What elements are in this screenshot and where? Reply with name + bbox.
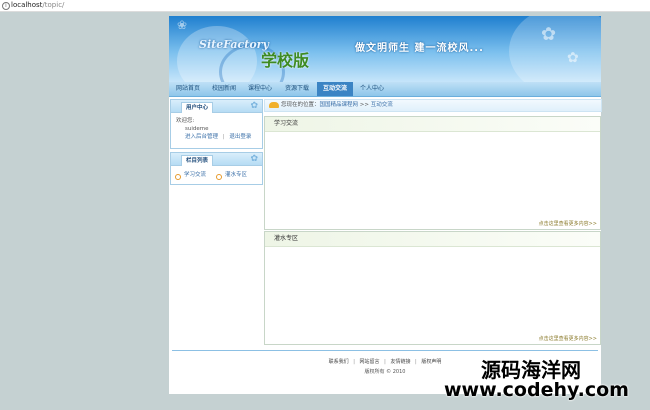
column-item-chat[interactable]: 灌水专区 (225, 172, 247, 179)
user-panel-title: 用户中心 (181, 102, 213, 113)
section-chat-more-link[interactable]: 点击这里查看更多内容>> (539, 335, 597, 342)
user-panel-header: 用户中心 ✿ (171, 100, 262, 113)
column-panel: 栏目列表 ✿ 学习交流 灌水专区 (170, 152, 263, 185)
welcome-label: 欢迎您: (176, 118, 195, 124)
footer-link-guestbook[interactable]: 网站留言 (360, 359, 380, 365)
url-text[interactable]: localhost/topic/ (11, 1, 64, 10)
logo-chinese: 学校版 (261, 51, 310, 70)
info-icon[interactable]: i (2, 2, 10, 10)
footer-divider (172, 350, 598, 351)
flower-icon: ✿ (250, 101, 258, 111)
section-study-title: 学习交流 (274, 120, 299, 127)
column-panel-title: 栏目列表 (181, 155, 213, 166)
footer-link-friends[interactable]: 友情链接 (390, 359, 410, 365)
breadcrumb-text: 您现在的位置：国国精品课程网 >> 互动交流 (281, 101, 393, 110)
column-panel-header: 栏目列表 ✿ (171, 153, 262, 166)
breadcrumb-arrows: >> (359, 102, 369, 108)
column-item-study[interactable]: 学习交流 (184, 172, 206, 179)
section-chat-title: 灌水专区 (274, 235, 299, 242)
nav-item-courses[interactable]: 课程中心 (243, 82, 277, 96)
footer-link-contact[interactable]: 联系我们 (329, 359, 349, 365)
page-container: ✿ ✿ ❀ SiteFactory 学校版 做文明师生 建一流校风... 网站首… (169, 16, 602, 394)
location-icon (269, 102, 279, 108)
user-links: 进入后台管理 | 退出登录 (185, 134, 251, 141)
url-host: localhost (11, 1, 43, 9)
site-banner: ✿ ✿ ❀ SiteFactory 学校版 做文明师生 建一流校风... (169, 16, 601, 82)
watermark-site-url: www.codehy.com (444, 379, 629, 401)
footer-separator: | (415, 359, 417, 365)
breadcrumb-prefix: 您现在的位置： (281, 102, 320, 108)
link-separator: | (222, 134, 225, 140)
footer-link-copyright[interactable]: 版权声明 (421, 359, 441, 365)
nav-item-news[interactable]: 校园新闻 (207, 82, 241, 96)
breadcrumb-current[interactable]: 互动交流 (371, 102, 393, 108)
bullet-icon (216, 174, 222, 180)
nav-item-interaction[interactable]: 互动交流 (317, 82, 353, 96)
bullet-icon (175, 174, 181, 180)
section-chat-header: 灌水专区 (265, 232, 600, 247)
main-nav: 网站首页 校园新闻 课程中心 资源下载 互动交流 个人中心 (169, 82, 601, 97)
url-path: /topic/ (42, 1, 65, 9)
address-bar[interactable]: i localhost/topic/ (0, 0, 650, 12)
username: suideme (185, 126, 209, 132)
flower-icon: ✿ (250, 154, 258, 164)
logo-english: SiteFactory (199, 38, 269, 51)
nav-item-personal[interactable]: 个人中心 (355, 82, 389, 96)
section-study-more-link[interactable]: 点击这里查看更多内容>> (539, 220, 597, 227)
admin-link[interactable]: 进入后台管理 (185, 134, 218, 140)
flower-icon: ✿ (541, 24, 557, 45)
footer-separator: | (384, 359, 386, 365)
banner-slogan: 做文明师生 建一流校风... (355, 43, 484, 54)
footer-separator: | (353, 359, 355, 365)
logout-link[interactable]: 退出登录 (229, 134, 251, 140)
flower-icon: ✿ (567, 50, 579, 66)
section-chat: 灌水专区 点击这里查看更多内容>> (264, 231, 601, 345)
breadcrumb: 您现在的位置：国国精品课程网 >> 互动交流 (264, 99, 602, 112)
nav-item-home[interactable]: 网站首页 (171, 82, 205, 96)
flower-icon: ❀ (177, 18, 188, 32)
breadcrumb-site-link[interactable]: 国国精品课程网 (320, 102, 359, 108)
user-panel: 用户中心 ✿ 欢迎您: suideme 进入后台管理 | 退出登录 (170, 99, 263, 149)
nav-item-downloads[interactable]: 资源下载 (279, 82, 315, 96)
section-study-header: 学习交流 (265, 117, 600, 132)
section-study: 学习交流 点击这里查看更多内容>> (264, 116, 601, 230)
